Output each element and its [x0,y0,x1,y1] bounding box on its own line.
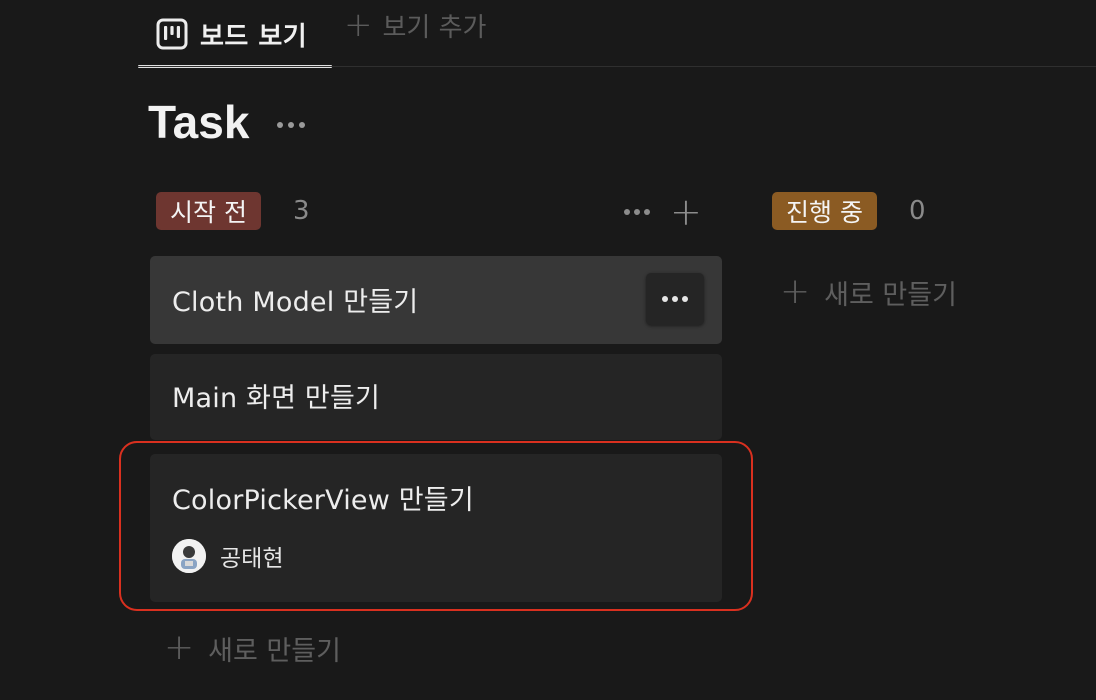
column-header-not-started: 시작 전 3 [156,191,310,231]
new-card-button[interactable]: + 새로 만들기 [780,272,957,312]
tab-board-view[interactable]: 보드 보기 [138,0,332,68]
more-dots-icon[interactable] [624,209,650,215]
more-dots-icon[interactable] [277,122,306,128]
new-card-label: 새로 만들기 [208,635,341,667]
card-assignee: 공태현 [172,539,722,573]
status-badge[interactable]: 시작 전 [156,192,261,230]
board-view-icon [156,18,188,50]
column-actions: + [624,193,702,231]
add-view-button[interactable]: + 보기 추가 [344,0,486,50]
board-card[interactable]: Cloth Model 만들기 [150,256,722,344]
new-card-button[interactable]: + 새로 만들기 [164,628,341,668]
view-tab-bar: 보드 보기 + 보기 추가 [0,0,1096,68]
database-title-row: Task [148,92,306,152]
avatar [172,539,206,573]
board-card[interactable]: ColorPickerView 만들기 공태현 [150,454,722,602]
plus-icon: + [344,5,373,45]
card-title: ColorPickerView 만들기 [172,485,474,516]
add-view-label: 보기 추가 [382,12,487,43]
tab-divider [138,66,1096,67]
new-card-label: 새로 만들기 [824,279,957,311]
database-title[interactable]: Task [148,95,249,149]
column-header-in-progress: 진행 중 0 [772,191,926,231]
tab-label: 보드 보기 [200,21,308,52]
board-card[interactable]: Main 화면 만들기 [150,354,722,440]
plus-icon: + [164,627,195,668]
column-count: 0 [908,196,926,226]
board-view: 보드 보기 + 보기 추가 Task 시작 전 3 + 진행 중 0 Cloth… [0,0,1096,700]
plus-icon[interactable]: + [670,193,702,231]
plus-icon: + [780,271,811,312]
status-badge[interactable]: 진행 중 [772,192,877,230]
column-count: 3 [292,196,310,226]
card-title: Main 화면 만들기 [172,383,381,414]
more-dots-icon[interactable] [646,273,704,325]
card-title: Cloth Model 만들기 [172,287,419,318]
assignee-name: 공태현 [220,546,284,572]
